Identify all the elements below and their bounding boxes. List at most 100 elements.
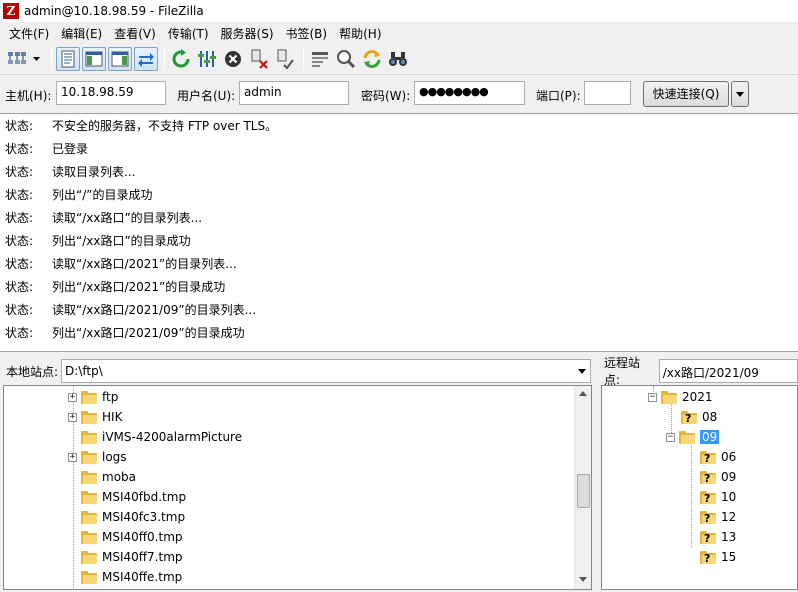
log-type: 状态: — [5, 142, 34, 156]
menu-server[interactable]: 服务器(S) — [215, 25, 280, 42]
host-label: 主机(H): — [5, 89, 52, 103]
tree-item-label-selected: 09 — [700, 430, 720, 444]
collapse-icon[interactable]: − — [666, 432, 675, 442]
folder-icon — [81, 430, 97, 444]
cancel-button[interactable] — [221, 47, 245, 71]
remote-directory-tree[interactable]: − 2021 ? 08 − 09 ? 06 ? 09 ? 10 ? 12 ? 1… — [601, 385, 798, 590]
unknown-folder-icon: ? — [700, 490, 716, 505]
scroll-down-arrow-icon[interactable] — [579, 577, 587, 582]
password-input[interactable]: ●●●●●●●● — [414, 81, 525, 105]
tree-item[interactable]: MSI40ff7.tmp — [81, 547, 183, 567]
local-panel: 本地站点: D:\ftp\ + ftp + HIK iVMS-4200alarm… — [0, 356, 594, 592]
tree-item-2021[interactable]: − 2021 — [648, 387, 713, 407]
log-type: 状态: — [5, 165, 34, 179]
local-tree-scrollbar[interactable] — [574, 386, 591, 589]
filter-button[interactable] — [308, 47, 332, 71]
local-directory-tree[interactable]: + ftp + HIK iVMS-4200alarmPicture + logs… — [3, 385, 592, 590]
log-type: 状态: — [5, 257, 34, 271]
expand-icon[interactable]: + — [68, 412, 77, 422]
tree-item[interactable]: ? 13 — [700, 527, 736, 547]
reconnect-button[interactable] — [273, 47, 297, 71]
log-type: 状态: — [5, 234, 34, 248]
process-queue-button[interactable] — [195, 47, 219, 71]
sync-browse-button[interactable] — [360, 47, 384, 71]
compare-button[interactable] — [334, 47, 358, 71]
site-manager-button[interactable] — [5, 47, 29, 71]
unknown-folder-icon: ? — [700, 510, 716, 525]
menu-edit[interactable]: 编辑(E) — [55, 25, 108, 42]
folder-icon — [81, 490, 97, 504]
toolbar-separator — [51, 48, 52, 70]
scroll-up-arrow-icon[interactable] — [579, 391, 587, 396]
tree-item[interactable]: MSI40fbd.tmp — [81, 487, 186, 507]
remote-path-combo[interactable]: /xx路口/2021/09 — [658, 359, 798, 383]
tree-item-label: 06 — [721, 450, 737, 464]
folder-icon — [81, 530, 97, 544]
local-site-label: 本地站点: — [6, 364, 59, 379]
tree-item-label: 12 — [721, 510, 737, 524]
message-log[interactable]: 状态: 不安全的服务器，不支持 FTP over TLS。 状态: 已登录 状态: 读… — [0, 113, 798, 352]
username-input[interactable]: admin — [239, 81, 349, 105]
collapse-icon[interactable]: − — [648, 392, 657, 402]
unknown-folder-icon: ? — [700, 530, 716, 545]
tree-item[interactable]: + ftp — [68, 387, 118, 407]
expand-icon[interactable]: + — [68, 452, 77, 462]
menu-transfer[interactable]: 传输(T) — [162, 25, 215, 42]
tree-item[interactable]: ? 10 — [700, 487, 736, 507]
log-message: 已登录 — [52, 142, 89, 156]
menu-file[interactable]: 文件(F) — [3, 25, 55, 42]
remote-path-value: /xx路口/2021/09 — [662, 366, 759, 380]
log-type: 状态: — [5, 188, 34, 202]
host-input[interactable]: 10.18.98.59 — [56, 81, 166, 105]
log-row: 状态: 不安全的服务器，不支持 FTP over TLS。 — [0, 114, 798, 137]
disconnect-button[interactable] — [247, 47, 271, 71]
folder-icon — [81, 390, 97, 404]
quickconnect-history-dropdown[interactable] — [731, 81, 749, 107]
toggle-queue-button[interactable] — [134, 47, 158, 71]
log-row: 状态: 列出“/xx路口/2021”的目录成功 — [0, 275, 798, 298]
tree-item-09[interactable]: − 09 — [666, 427, 720, 447]
tree-item[interactable]: ? 15 — [700, 547, 736, 567]
expand-icon[interactable]: + — [68, 392, 77, 402]
tree-item[interactable]: MSI40ffe.tmp — [81, 567, 182, 587]
tree-guide-line — [691, 438, 692, 548]
log-message: 不安全的服务器，不支持 FTP over TLS。 — [52, 119, 278, 133]
tree-item[interactable]: MSI40fc3.tmp — [81, 507, 185, 527]
remote-panel: 远程站点: /xx路口/2021/09 − 2021 ? 08 − 09 ? 0… — [598, 356, 798, 592]
menu-help[interactable]: 帮助(H) — [333, 25, 387, 42]
site-manager-dropdown[interactable] — [31, 47, 41, 71]
tree-item[interactable]: moba — [81, 467, 136, 487]
filter-icon — [312, 52, 328, 67]
tree-item[interactable]: + HIK — [68, 407, 122, 427]
toggle-local-tree-button[interactable] — [82, 47, 106, 71]
tree-item[interactable]: + logs — [68, 447, 127, 467]
local-path-combo[interactable]: D:\ftp\ — [61, 359, 592, 383]
toggle-message-log-button[interactable] — [56, 47, 80, 71]
refresh-button[interactable] — [169, 47, 193, 71]
tree-item[interactable]: ? 06 — [700, 447, 736, 467]
tree-item[interactable]: ? 09 — [700, 467, 736, 487]
tree-item[interactable]: ? 12 — [700, 507, 736, 527]
tree-item[interactable]: MSI40ff0.tmp — [81, 527, 183, 547]
folder-icon — [81, 570, 97, 584]
tree-item-label: MSI40ff0.tmp — [102, 530, 183, 544]
toggle-remote-tree-button[interactable] — [108, 47, 132, 71]
log-message: 读取目录列表... — [52, 165, 136, 179]
tree-item-label: 10 — [721, 490, 737, 504]
menu-bookmarks[interactable]: 书签(B) — [280, 25, 334, 42]
tree-item-label: 13 — [721, 530, 737, 544]
log-type: 状态: — [5, 326, 34, 340]
tree-item[interactable]: iVMS-4200alarmPicture — [81, 427, 242, 447]
port-input[interactable] — [584, 81, 631, 105]
log-row: 状态: 列出“/xx路口/2021/09”的目录成功 — [0, 321, 798, 344]
log-type: 状态: — [5, 280, 34, 294]
unknown-folder-icon: ? — [700, 550, 716, 565]
quickconnect-button[interactable]: 快速连接(Q) — [643, 81, 729, 107]
search-button[interactable] — [386, 47, 410, 71]
tree-item-08[interactable]: ? 08 — [681, 407, 717, 427]
folder-icon — [661, 390, 677, 404]
scrollbar-thumb[interactable] — [577, 474, 590, 508]
menu-view[interactable]: 查看(V) — [108, 25, 162, 42]
toggle-local-tree-icon — [85, 51, 103, 67]
local-path-value: D:\ftp\ — [65, 364, 103, 378]
